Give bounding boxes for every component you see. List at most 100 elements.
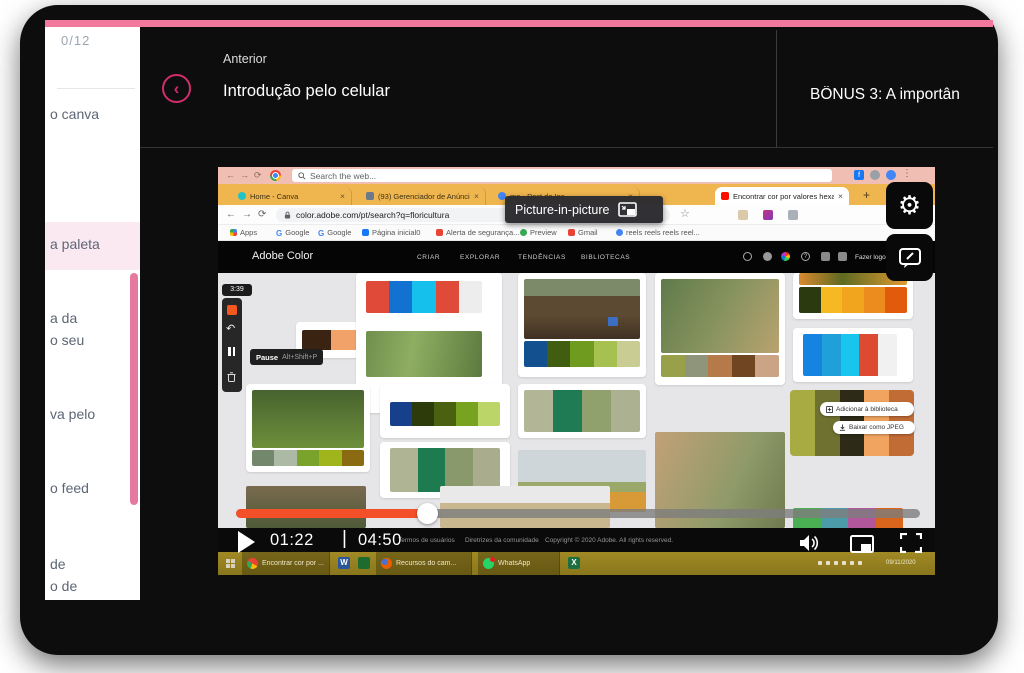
photo-detail [608, 317, 618, 326]
adobe-explore-grid: Adicionar à biblioteca Baixar como JPEG … [218, 273, 935, 528]
settings-button[interactable]: ⚙ [886, 182, 933, 229]
nav-tendencias: TENDÊNCIAS [518, 254, 566, 261]
sidebar-item-paleta[interactable]: a paleta [50, 236, 140, 252]
photo-woman-open-sign [661, 279, 779, 353]
course-sidebar: 0/12 o canva a paleta a da o seu va pelo… [45, 27, 140, 600]
previous-label: Anterior [223, 52, 267, 66]
extension-icon [738, 210, 748, 220]
volume-icon [798, 533, 822, 553]
recorded-bookmarks-bar: Apps GGoogle GGoogle Página inicial0 Ale… [218, 225, 935, 241]
adobe-footer: Termos de usuários Diretrizes da comunid… [218, 528, 935, 552]
pip-tooltip: Picture-in-picture [505, 196, 663, 223]
profile-icon [886, 170, 896, 180]
palette-sage-teal-2 [524, 390, 640, 432]
volume-button[interactable] [798, 533, 822, 558]
help-icon: ? [801, 252, 810, 261]
excel-icon: X [568, 557, 580, 569]
picture-in-picture-icon [850, 535, 874, 553]
gear-icon: ⚙ [898, 193, 921, 219]
nav-explorar: EXPLORAR [460, 254, 500, 261]
sidebar-item-canva[interactable]: o canva [50, 106, 140, 122]
bookmark-star-icon: ☆ [680, 207, 690, 220]
palette-marigold [799, 287, 907, 313]
menu-dots-icon: ⋮ [902, 168, 912, 179]
forward-icon: → [242, 209, 252, 220]
contrast-icon [743, 252, 752, 261]
time-separator: | [342, 528, 347, 550]
chrome-logo-icon [247, 558, 258, 569]
sidebar-item-line-3[interactable]: a da [50, 310, 140, 326]
sidebar-item-line-8[interactable]: o de [50, 578, 140, 594]
chat-icon [838, 252, 847, 261]
lock-icon [284, 211, 291, 219]
search-icon [298, 172, 306, 180]
bookmark-preview: Preview [520, 228, 557, 237]
video-progress-track[interactable] [236, 509, 920, 518]
footer-copyright: Copyright © 2020 Adobe. All rights reser… [545, 537, 673, 544]
palette-field [252, 450, 364, 466]
sidebar-item-feed[interactable]: o feed [50, 480, 140, 496]
palette-red-blue [366, 281, 482, 313]
bookmark-gmail: Gmail [568, 228, 598, 237]
recorder-toolbar: ↶ [222, 298, 242, 392]
color-wheel-icon [781, 252, 790, 261]
duration: 04:50 [358, 531, 402, 550]
sidebar-item-line-4[interactable]: o seu [50, 332, 140, 348]
facebook-icon: f [854, 170, 864, 180]
sidebar-scrollbar[interactable] [130, 273, 138, 505]
facebook-icon [362, 229, 369, 236]
divider [57, 88, 135, 89]
fullscreen-button[interactable] [900, 533, 922, 558]
taskbar-whatsapp: WhatsApp [478, 552, 560, 575]
feedback-button[interactable] [886, 234, 933, 281]
previous-lesson-button[interactable]: ‹ [162, 74, 191, 103]
page: 0/12 o canva a paleta a da o seu va pelo… [0, 0, 1024, 673]
back-icon: ← [226, 170, 235, 180]
gmail-icon [568, 229, 575, 236]
gradient-icon [763, 252, 772, 261]
bookmark-apps: Apps [230, 228, 257, 237]
palette-blue-cyan [803, 334, 897, 376]
header-rule [140, 147, 993, 148]
recorded-browser-topbar: ← → ⟳ Search the web... f ⋮ [218, 167, 935, 184]
video-progress-thumb[interactable] [417, 503, 438, 524]
taskbar-firefox-window: Recursos do cam... [376, 552, 472, 575]
palette-open-woman [661, 355, 779, 377]
tab-adobe-color-active: Encontrar cor por valores hexad × [715, 187, 849, 205]
trash-icon [227, 369, 236, 387]
word-icon: W [338, 557, 350, 569]
account-icon [870, 170, 880, 180]
extension-icon [763, 210, 773, 220]
login-link: Fazer logon [855, 254, 889, 261]
sidebar-item-pelo[interactable]: va pelo [50, 406, 140, 422]
nav-criar: CRIAR [417, 254, 440, 261]
footer-terms: Termos de usuários [398, 537, 455, 544]
google-icon: G [276, 229, 282, 236]
nav-bibliotecas: BIBLIOTECAS [581, 254, 630, 261]
taskbar-chrome-window: Encontrar cor por ... [242, 552, 330, 575]
tab-canva: Home - Canva × [232, 187, 352, 205]
next-lesson-title[interactable]: BÔNUS 3: A importân [810, 86, 993, 104]
lesson-title: Introdução pelo celular [223, 82, 390, 101]
adobe-color-icon [721, 192, 729, 200]
add-to-library-button: Adicionar à biblioteca [820, 402, 914, 416]
photo-woman [246, 486, 366, 528]
palette-navy-olive [390, 402, 500, 426]
current-time: 01:22 [270, 531, 314, 550]
sidebar-item-line-7[interactable]: de [50, 556, 140, 572]
recorder-elapsed-time: 3:39 [222, 284, 252, 296]
picture-in-picture-icon [618, 202, 637, 217]
bookmark-facebook: Página inicial0 [362, 228, 420, 237]
reels-icon [616, 229, 623, 236]
browser-search-box: Search the web... [292, 169, 832, 182]
palette-planting [524, 341, 640, 367]
ads-manager-icon [366, 192, 374, 200]
palette-partial [302, 330, 360, 350]
download-jpeg-button: Baixar como JPEG [833, 421, 915, 434]
picture-in-picture-button[interactable] [850, 535, 874, 558]
video-player[interactable]: ← → ⟳ Search the web... f ⋮ Home - Canva… [218, 167, 935, 575]
comment-pencil-icon [898, 247, 922, 269]
recorded-taskbar: Encontrar cor por ... W Recursos do cam.… [218, 552, 935, 575]
play-button[interactable] [238, 531, 255, 553]
adobe-color-navbar: Adobe Color CRIAR EXPLORAR TENDÊNCIAS BI… [218, 241, 935, 273]
